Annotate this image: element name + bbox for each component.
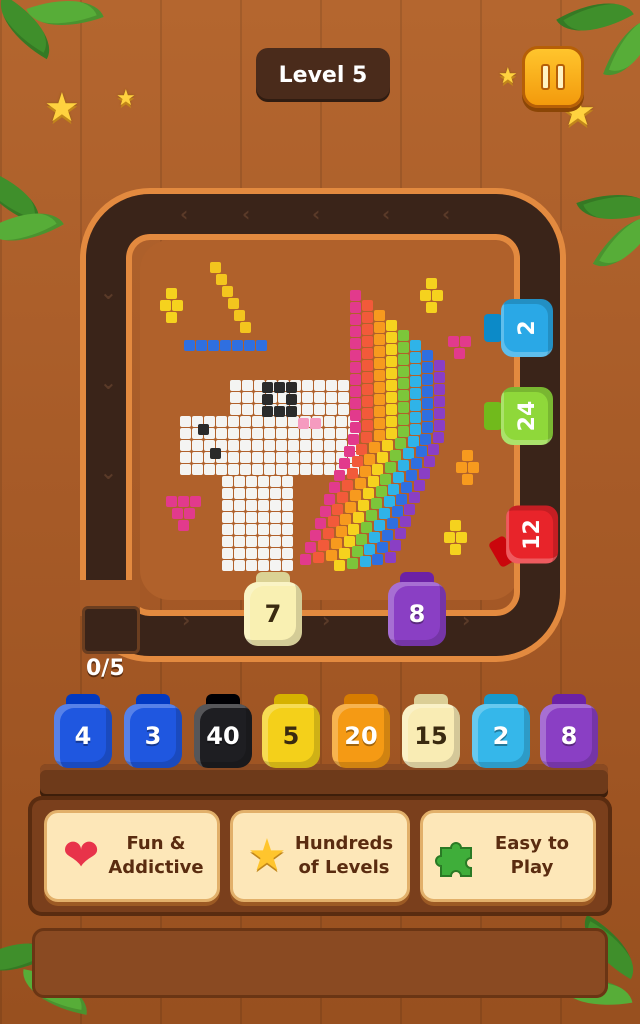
star-icon: ★ bbox=[116, 86, 136, 111]
jar-value: 8 bbox=[388, 582, 446, 646]
star-icon: ★ bbox=[44, 85, 80, 131]
jar-value: 12 bbox=[506, 505, 559, 564]
jar-value: 2 bbox=[501, 299, 553, 357]
side-jar[interactable]: 24 bbox=[484, 387, 556, 445]
jar-value: 40 bbox=[194, 704, 252, 768]
jar-cap bbox=[484, 314, 502, 342]
star-icon: ★ bbox=[498, 64, 518, 89]
tray-jar[interactable]: 2 bbox=[472, 694, 530, 768]
collection-counter: 0/5 bbox=[86, 656, 125, 681]
feature-label: Fun & Addictive bbox=[108, 833, 204, 878]
jar-value: 20 bbox=[332, 704, 390, 768]
heart-icon: ❤ bbox=[62, 830, 100, 881]
jar-value: 5 bbox=[262, 704, 320, 768]
jar-value: 4 bbox=[54, 704, 112, 768]
chevron-left-icon: ‹ bbox=[382, 202, 391, 226]
chevron-down-icon: ⌄ bbox=[100, 280, 117, 304]
jar-cap bbox=[484, 402, 502, 430]
chevron-down-icon: ⌄ bbox=[100, 460, 117, 484]
jar-value: 24 bbox=[501, 387, 553, 445]
chevron-right-icon: › bbox=[322, 608, 331, 632]
collection-slot bbox=[82, 606, 140, 654]
tray-jar[interactable]: 3 bbox=[124, 694, 182, 768]
chevron-right-icon: › bbox=[182, 608, 191, 632]
jar-value: 15 bbox=[402, 704, 460, 768]
star-icon: ★ bbox=[247, 830, 287, 881]
pause-icon bbox=[556, 64, 565, 90]
feature-label: Hundreds of Levels bbox=[294, 833, 394, 878]
jar-value: 8 bbox=[540, 704, 598, 768]
pause-icon bbox=[541, 64, 550, 90]
tray-jar[interactable]: 4 bbox=[54, 694, 112, 768]
chevron-left-icon: ‹ bbox=[180, 202, 189, 226]
chevron-down-icon: ⌄ bbox=[100, 370, 117, 394]
jar-shelf bbox=[40, 764, 608, 794]
tray-jar[interactable]: 8 bbox=[540, 694, 598, 768]
pause-button[interactable] bbox=[522, 46, 584, 108]
jar-value: 7 bbox=[244, 582, 302, 646]
tray-jar[interactable]: 20 bbox=[332, 694, 390, 768]
jar-value: 2 bbox=[472, 704, 530, 768]
chevron-right-icon: › bbox=[462, 608, 471, 632]
feature-label: Easy to Play bbox=[494, 833, 570, 878]
tray-jar[interactable]: 15 bbox=[402, 694, 460, 768]
puzzle-icon bbox=[433, 832, 481, 880]
tray-jar[interactable]: 5 bbox=[262, 694, 320, 768]
tray-jar[interactable]: 40 bbox=[194, 694, 252, 768]
jar-value: 3 bbox=[124, 704, 182, 768]
footer-bar bbox=[32, 928, 608, 998]
track-jar[interactable]: 8 bbox=[388, 572, 446, 646]
level-badge: Level 5 bbox=[256, 48, 390, 102]
feature-card-easy: Easy to Play bbox=[420, 810, 596, 902]
side-jar[interactable]: 2 bbox=[484, 299, 556, 357]
puzzle-shape bbox=[435, 842, 472, 877]
chevron-left-icon: ‹ bbox=[442, 202, 451, 226]
feature-card-levels: ★ Hundreds of Levels bbox=[230, 810, 410, 902]
chevron-left-icon: ‹ bbox=[242, 202, 251, 226]
track-jar[interactable]: 7 bbox=[244, 572, 302, 646]
chevron-left-icon: ‹ bbox=[312, 202, 321, 226]
feature-card-fun: ❤ Fun & Addictive bbox=[44, 810, 220, 902]
